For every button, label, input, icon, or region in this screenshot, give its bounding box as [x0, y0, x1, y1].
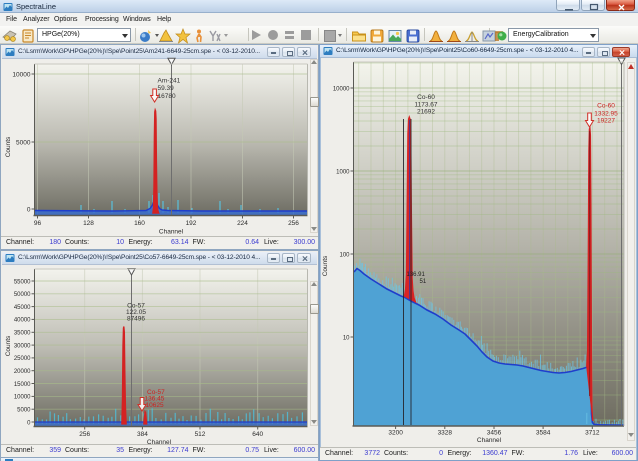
svg-text:10000: 10000 — [333, 86, 350, 92]
svg-text:20000: 20000 — [14, 369, 31, 375]
svg-text:Channel: Channel — [159, 229, 184, 236]
svg-text:0: 0 — [27, 206, 31, 213]
svg-text:96: 96 — [34, 220, 42, 227]
svg-text:10625: 10625 — [146, 402, 164, 409]
svg-text:25000: 25000 — [14, 356, 31, 362]
svg-text:3456: 3456 — [487, 430, 502, 437]
svg-text:256: 256 — [79, 431, 90, 438]
svg-text:3328: 3328 — [438, 430, 453, 437]
svg-text:512: 512 — [195, 431, 206, 438]
svg-text:1332.95: 1332.95 — [594, 111, 618, 118]
svg-text:15000: 15000 — [14, 382, 31, 388]
svg-text:100: 100 — [339, 252, 350, 258]
svg-text:3200: 3200 — [388, 430, 403, 437]
svg-text:5000: 5000 — [17, 408, 31, 414]
svg-text:87496: 87496 — [127, 316, 145, 323]
svg-text:40000: 40000 — [14, 318, 31, 324]
svg-text:128: 128 — [83, 220, 94, 227]
svg-text:51: 51 — [420, 279, 427, 285]
svg-text:1173.67: 1173.67 — [414, 102, 437, 109]
svg-text:Co-60: Co-60 — [417, 94, 435, 101]
svg-text:3584: 3584 — [536, 430, 551, 437]
svg-text:Counts: Counts — [5, 335, 12, 356]
svg-text:192: 192 — [186, 220, 197, 227]
svg-text:19227: 19227 — [597, 118, 615, 125]
svg-text:384: 384 — [137, 431, 148, 438]
svg-text:160: 160 — [134, 220, 145, 227]
svg-text:35000: 35000 — [14, 331, 31, 337]
svg-text:5000: 5000 — [16, 139, 31, 146]
svg-text:640: 640 — [252, 431, 263, 438]
svg-text:10000: 10000 — [12, 71, 30, 78]
svg-text:3712: 3712 — [585, 430, 600, 437]
svg-text:10: 10 — [343, 335, 350, 341]
svg-text:Am-241: Am-241 — [158, 78, 181, 85]
svg-text:224: 224 — [237, 220, 248, 227]
svg-text:45000: 45000 — [14, 305, 31, 311]
svg-text:30000: 30000 — [14, 343, 31, 349]
svg-text:Counts: Counts — [5, 136, 12, 157]
svg-text:136.91: 136.91 — [407, 272, 426, 278]
svg-text:59.39: 59.39 — [158, 85, 175, 92]
svg-text:10000: 10000 — [14, 395, 31, 401]
svg-text:Counts: Counts — [322, 255, 329, 276]
svg-text:Channel: Channel — [477, 437, 502, 444]
svg-text:55000: 55000 — [14, 279, 31, 285]
svg-text:1000: 1000 — [336, 169, 350, 175]
svg-text:21692: 21692 — [417, 109, 435, 116]
svg-text:Co-60: Co-60 — [597, 103, 615, 110]
svg-text:256: 256 — [288, 220, 299, 227]
svg-text:16780: 16780 — [158, 93, 176, 100]
svg-text:50000: 50000 — [14, 292, 31, 298]
svg-text:0: 0 — [27, 420, 31, 426]
